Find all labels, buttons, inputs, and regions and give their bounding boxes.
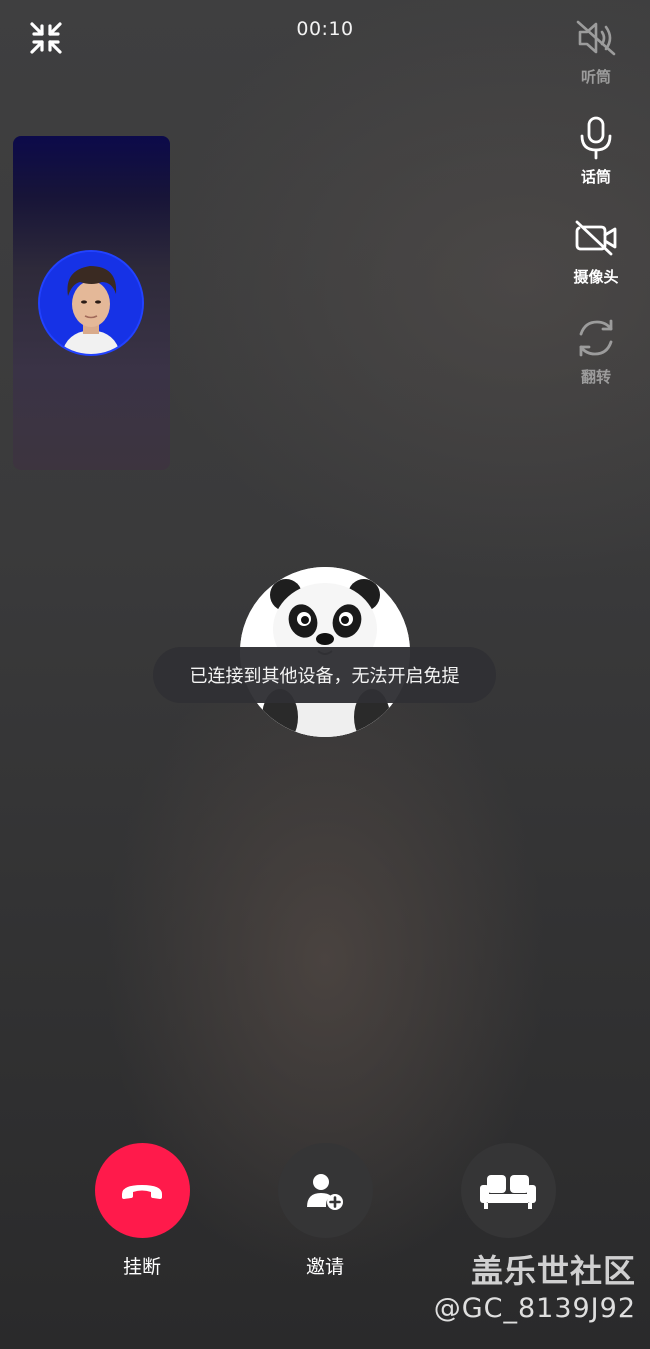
watermark-user: @GC_8139J92 [433,1293,636,1324]
flip-camera-icon [572,314,620,362]
call-timer: 00:10 [296,18,354,40]
microphone-label: 话筒 [580,168,611,186]
sofa-icon [480,1174,536,1209]
microphone-icon [572,114,620,162]
camera-toggle[interactable]: 摄像头 [556,214,636,287]
speaker-label: 听筒 [580,68,611,86]
toast-message: 已连接到其他设备，无法开启免提 [189,666,460,687]
phone-hangup-icon [122,1184,162,1199]
add-person-icon [307,1173,343,1210]
invite-label: 邀请 [305,1256,344,1278]
minimize-button[interactable] [26,18,66,58]
hangup-button[interactable] [94,1143,190,1238]
sofa-button[interactable] [460,1143,556,1238]
self-video-preview[interactable] [13,136,170,470]
microphone-toggle[interactable]: 话筒 [556,114,636,187]
invite-button[interactable] [277,1143,373,1238]
camera-off-icon [572,214,620,262]
speaker-toggle[interactable]: 听筒 [556,14,636,87]
hangup-label: 挂断 [122,1256,161,1278]
status-toast: 已连接到其他设备，无法开启免提 [153,647,496,703]
flip-label: 翻转 [580,368,611,386]
self-avatar [40,252,142,354]
flip-camera-toggle[interactable]: 翻转 [556,314,636,387]
speaker-muted-icon [572,14,620,62]
minimize-arrows-icon [30,22,62,54]
camera-label: 摄像头 [573,268,619,286]
hangup-control[interactable]: 挂断 [82,1143,202,1279]
together-mode-control[interactable] [448,1143,568,1252]
watermark-site: 盖乐世社区 [470,1252,636,1290]
invite-control[interactable]: 邀请 [265,1143,385,1279]
